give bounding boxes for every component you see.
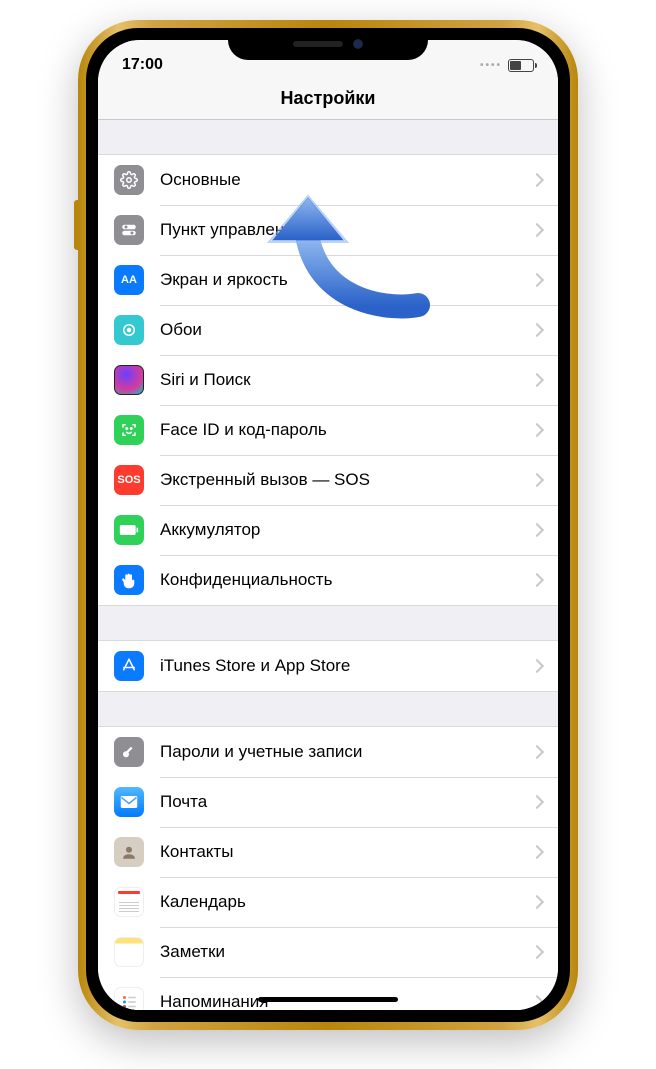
key-icon [114, 737, 144, 767]
notes-icon [114, 937, 144, 967]
chevron-right-icon [530, 573, 544, 587]
row-siri[interactable]: Siri и Поиск [98, 355, 558, 405]
group-separator [98, 606, 558, 640]
row-itunes-appstore[interactable]: iTunes Store и App Store [98, 641, 558, 691]
front-camera [353, 39, 363, 49]
row-label: Контакты [160, 842, 532, 862]
chevron-right-icon [530, 223, 544, 237]
row-label: Экстренный вызов — SOS [160, 470, 532, 490]
row-label: iTunes Store и App Store [160, 656, 532, 676]
row-contacts[interactable]: Контакты [98, 827, 558, 877]
chevron-right-icon [530, 845, 544, 859]
group-separator [98, 692, 558, 726]
toggles-icon [114, 215, 144, 245]
row-label: Конфиденциальность [160, 570, 532, 590]
chevron-right-icon [530, 523, 544, 537]
row-label: Заметки [160, 942, 532, 962]
reminders-icon [114, 987, 144, 1010]
row-label: Обои [160, 320, 532, 340]
row-battery[interactable]: Аккумулятор [98, 505, 558, 555]
group-separator [98, 120, 558, 154]
row-general[interactable]: Основные [98, 155, 558, 205]
chevron-right-icon [530, 473, 544, 487]
chevron-right-icon [530, 273, 544, 287]
wallpaper-icon [114, 315, 144, 345]
sos-glyph: SOS [117, 474, 140, 486]
speaker-grille [293, 41, 343, 47]
row-faceid[interactable]: Face ID и код-пароль [98, 405, 558, 455]
row-passwords[interactable]: Пароли и учетные записи [98, 727, 558, 777]
settings-group-2: iTunes Store и App Store [98, 640, 558, 692]
signal-dots-icon: •••• [480, 60, 502, 71]
contacts-icon [114, 837, 144, 867]
notch [228, 28, 428, 60]
sos-icon: SOS [114, 465, 144, 495]
chevron-right-icon [530, 995, 544, 1009]
row-calendar[interactable]: Календарь [98, 877, 558, 927]
page-title: Настройки [98, 84, 558, 120]
chevron-right-icon [530, 745, 544, 759]
mail-icon [114, 787, 144, 817]
row-label: Экран и яркость [160, 270, 532, 290]
row-label: Аккумулятор [160, 520, 532, 540]
home-indicator[interactable] [258, 997, 398, 1002]
hand-icon [114, 565, 144, 595]
chevron-right-icon [530, 945, 544, 959]
row-label: Пароли и учетные записи [160, 742, 532, 762]
row-label: Пункт управления [160, 220, 532, 240]
phone-bezel: 17:00 •••• Настройки Основные [86, 28, 570, 1022]
calendar-icon [114, 887, 144, 917]
chevron-right-icon [530, 323, 544, 337]
battery-icon [114, 515, 144, 545]
status-right: •••• [480, 59, 534, 72]
row-privacy[interactable]: Конфиденциальность [98, 555, 558, 605]
settings-group-1: Основные Пункт управления AA [98, 154, 558, 606]
display-icon: AA [114, 265, 144, 295]
display-aa-glyph: AA [121, 274, 137, 286]
row-sos[interactable]: SOS Экстренный вызов — SOS [98, 455, 558, 505]
faceid-icon [114, 415, 144, 445]
row-wallpaper[interactable]: Обои [98, 305, 558, 355]
chevron-right-icon [530, 795, 544, 809]
chevron-right-icon [530, 895, 544, 909]
row-label: Основные [160, 170, 532, 190]
row-label: Siri и Поиск [160, 370, 532, 390]
siri-icon [114, 365, 144, 395]
chevron-right-icon [530, 373, 544, 387]
settings-group-3: Пароли и учетные записи Почта [98, 726, 558, 1010]
row-mail[interactable]: Почта [98, 777, 558, 827]
row-reminders[interactable]: Напоминания [98, 977, 558, 1010]
row-label: Face ID и код-пароль [160, 420, 532, 440]
row-notes[interactable]: Заметки [98, 927, 558, 977]
chevron-right-icon [530, 423, 544, 437]
row-control-center[interactable]: Пункт управления [98, 205, 558, 255]
row-label: Почта [160, 792, 532, 812]
chevron-right-icon [530, 659, 544, 673]
status-time: 17:00 [122, 56, 163, 74]
battery-icon [508, 59, 534, 72]
row-display-brightness[interactable]: AA Экран и яркость [98, 255, 558, 305]
phone-frame: 17:00 •••• Настройки Основные [78, 20, 578, 1030]
chevron-right-icon [530, 173, 544, 187]
row-label: Календарь [160, 892, 532, 912]
appstore-icon [114, 651, 144, 681]
gear-icon [114, 165, 144, 195]
screen: 17:00 •••• Настройки Основные [98, 40, 558, 1010]
